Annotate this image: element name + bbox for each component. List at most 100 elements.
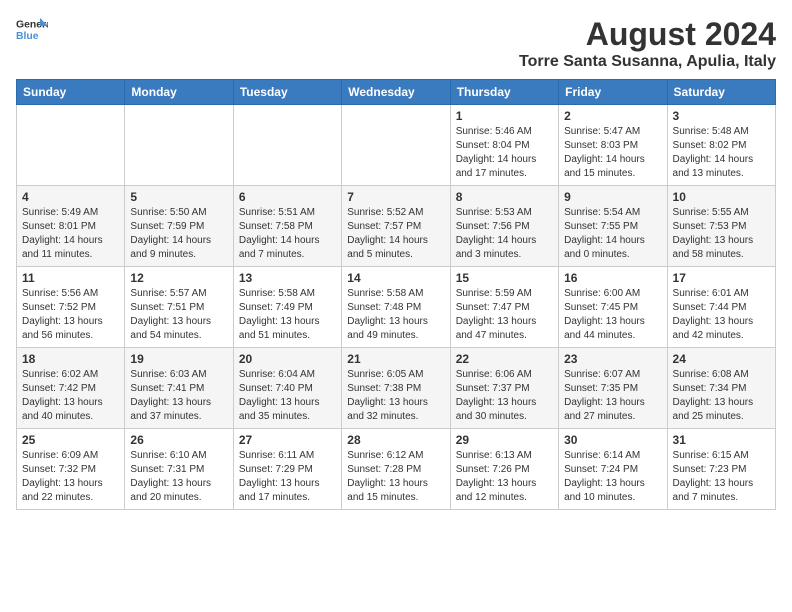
day-info: Sunrise: 5:52 AM Sunset: 7:57 PM Dayligh… [347, 206, 444, 262]
day-info: Sunrise: 6:06 AM Sunset: 7:37 PM Dayligh… [456, 368, 553, 424]
weekday-header-sunday: Sunday [17, 80, 125, 105]
calendar-cell: 24 Sunrise: 6:08 AM Sunset: 7:34 PM Dayli… [667, 348, 775, 429]
calendar-cell: 11Sunrise: 5:56 AM Sunset: 7:52 PM Dayli… [17, 267, 125, 348]
calendar-cell: 9Sunrise: 5:54 AM Sunset: 7:55 PM Daylig… [559, 186, 667, 267]
day-info: Sunrise: 6:15 AM Sunset: 7:23 PM Dayligh… [673, 449, 770, 505]
page-header: General Blue August 2024 Torre Santa Sus… [16, 16, 776, 71]
day-number: 21 [347, 352, 444, 366]
weekday-header-saturday: Saturday [667, 80, 775, 105]
calendar-cell: 25 Sunrise: 6:09 AM Sunset: 7:32 PM Dayli… [17, 429, 125, 510]
calendar-cell: 10 Sunrise: 5:55 AM Sunset: 7:53 PM Dayli… [667, 186, 775, 267]
calendar-cell: 2Sunrise: 5:47 AM Sunset: 8:03 PM Daylig… [559, 105, 667, 186]
calendar-cell: 21 Sunrise: 6:05 AM Sunset: 7:38 PM Dayli… [342, 348, 450, 429]
calendar-week-row: 18Sunrise: 6:02 AM Sunset: 7:42 PM Dayli… [17, 348, 776, 429]
calendar-week-row: 4 Sunrise: 5:49 AM Sunset: 8:01 PM Daylig… [17, 186, 776, 267]
calendar-cell: 29 Sunrise: 6:13 AM Sunset: 7:26 PM Dayli… [450, 429, 558, 510]
logo-icon: General Blue [16, 16, 48, 44]
day-info: Sunrise: 5:48 AM Sunset: 8:02 PM Dayligh… [673, 125, 770, 181]
weekday-header-monday: Monday [125, 80, 233, 105]
calendar-cell: 23 Sunrise: 6:07 AM Sunset: 7:35 PM Dayli… [559, 348, 667, 429]
day-number: 23 [564, 352, 661, 366]
day-info: Sunrise: 6:05 AM Sunset: 7:38 PM Dayligh… [347, 368, 444, 424]
day-info: Sunrise: 5:51 AM Sunset: 7:58 PM Dayligh… [239, 206, 336, 262]
day-number: 14 [347, 271, 444, 285]
weekday-header-row: SundayMondayTuesdayWednesdayThursdayFrid… [17, 80, 776, 105]
day-number: 10 [673, 190, 770, 204]
calendar-cell [342, 105, 450, 186]
day-number: 29 [456, 433, 553, 447]
day-info: Sunrise: 5:59 AM Sunset: 7:47 PM Dayligh… [456, 287, 553, 343]
weekday-header-wednesday: Wednesday [342, 80, 450, 105]
day-number: 27 [239, 433, 336, 447]
day-info: Sunrise: 6:07 AM Sunset: 7:35 PM Dayligh… [564, 368, 661, 424]
day-info: Sunrise: 5:57 AM Sunset: 7:51 PM Dayligh… [130, 287, 227, 343]
day-info: Sunrise: 6:01 AM Sunset: 7:44 PM Dayligh… [673, 287, 770, 343]
day-info: Sunrise: 5:55 AM Sunset: 7:53 PM Dayligh… [673, 206, 770, 262]
day-number: 22 [456, 352, 553, 366]
day-info: Sunrise: 6:03 AM Sunset: 7:41 PM Dayligh… [130, 368, 227, 424]
day-number: 12 [130, 271, 227, 285]
calendar-cell: 14 Sunrise: 5:58 AM Sunset: 7:48 PM Dayli… [342, 267, 450, 348]
day-info: Sunrise: 6:08 AM Sunset: 7:34 PM Dayligh… [673, 368, 770, 424]
calendar-cell: 31 Sunrise: 6:15 AM Sunset: 7:23 PM Dayli… [667, 429, 775, 510]
day-info: Sunrise: 5:58 AM Sunset: 7:48 PM Dayligh… [347, 287, 444, 343]
calendar-week-row: 11Sunrise: 5:56 AM Sunset: 7:52 PM Dayli… [17, 267, 776, 348]
calendar-cell: 18Sunrise: 6:02 AM Sunset: 7:42 PM Dayli… [17, 348, 125, 429]
day-info: Sunrise: 5:50 AM Sunset: 7:59 PM Dayligh… [130, 206, 227, 262]
calendar-cell: 30 Sunrise: 6:14 AM Sunset: 7:24 PM Dayli… [559, 429, 667, 510]
day-number: 28 [347, 433, 444, 447]
day-number: 4 [22, 190, 119, 204]
day-number: 13 [239, 271, 336, 285]
day-info: Sunrise: 5:49 AM Sunset: 8:01 PM Dayligh… [22, 206, 119, 262]
page-subtitle: Torre Santa Susanna, Apulia, Italy [519, 53, 776, 71]
calendar-cell: 17 Sunrise: 6:01 AM Sunset: 7:44 PM Dayli… [667, 267, 775, 348]
day-number: 24 [673, 352, 770, 366]
day-number: 8 [456, 190, 553, 204]
calendar-cell: 16Sunrise: 6:00 AM Sunset: 7:45 PM Dayli… [559, 267, 667, 348]
day-number: 25 [22, 433, 119, 447]
svg-text:Blue: Blue [16, 31, 39, 42]
day-info: Sunrise: 5:53 AM Sunset: 7:56 PM Dayligh… [456, 206, 553, 262]
page-title: August 2024 [519, 16, 776, 53]
weekday-header-friday: Friday [559, 80, 667, 105]
day-number: 1 [456, 109, 553, 123]
calendar-cell: 28 Sunrise: 6:12 AM Sunset: 7:28 PM Dayli… [342, 429, 450, 510]
calendar-cell: 3Sunrise: 5:48 AM Sunset: 8:02 PM Daylig… [667, 105, 775, 186]
day-info: Sunrise: 6:12 AM Sunset: 7:28 PM Dayligh… [347, 449, 444, 505]
calendar-cell: 4 Sunrise: 5:49 AM Sunset: 8:01 PM Daylig… [17, 186, 125, 267]
day-info: Sunrise: 6:14 AM Sunset: 7:24 PM Dayligh… [564, 449, 661, 505]
calendar-week-row: 1 Sunrise: 5:46 AM Sunset: 8:04 PM Daylig… [17, 105, 776, 186]
calendar-cell: 19 Sunrise: 6:03 AM Sunset: 7:41 PM Dayli… [125, 348, 233, 429]
day-number: 6 [239, 190, 336, 204]
day-number: 30 [564, 433, 661, 447]
day-number: 15 [456, 271, 553, 285]
day-number: 17 [673, 271, 770, 285]
calendar-cell: 15 Sunrise: 5:59 AM Sunset: 7:47 PM Dayli… [450, 267, 558, 348]
weekday-header-thursday: Thursday [450, 80, 558, 105]
day-number: 20 [239, 352, 336, 366]
calendar-cell: 5Sunrise: 5:50 AM Sunset: 7:59 PM Daylig… [125, 186, 233, 267]
day-info: Sunrise: 5:46 AM Sunset: 8:04 PM Dayligh… [456, 125, 553, 181]
day-number: 16 [564, 271, 661, 285]
day-number: 19 [130, 352, 227, 366]
day-number: 31 [673, 433, 770, 447]
day-info: Sunrise: 6:11 AM Sunset: 7:29 PM Dayligh… [239, 449, 336, 505]
calendar-cell: 8 Sunrise: 5:53 AM Sunset: 7:56 PM Daylig… [450, 186, 558, 267]
calendar-week-row: 25 Sunrise: 6:09 AM Sunset: 7:32 PM Dayli… [17, 429, 776, 510]
day-info: Sunrise: 6:04 AM Sunset: 7:40 PM Dayligh… [239, 368, 336, 424]
day-info: Sunrise: 5:58 AM Sunset: 7:49 PM Dayligh… [239, 287, 336, 343]
day-number: 18 [22, 352, 119, 366]
calendar-cell: 7 Sunrise: 5:52 AM Sunset: 7:57 PM Daylig… [342, 186, 450, 267]
logo: General Blue [16, 16, 48, 44]
day-info: Sunrise: 5:47 AM Sunset: 8:03 PM Dayligh… [564, 125, 661, 181]
calendar-cell: 20 Sunrise: 6:04 AM Sunset: 7:40 PM Dayli… [233, 348, 341, 429]
day-info: Sunrise: 6:13 AM Sunset: 7:26 PM Dayligh… [456, 449, 553, 505]
calendar-cell: 13 Sunrise: 5:58 AM Sunset: 7:49 PM Dayli… [233, 267, 341, 348]
calendar-cell: 26Sunrise: 6:10 AM Sunset: 7:31 PM Dayli… [125, 429, 233, 510]
day-number: 26 [130, 433, 227, 447]
day-info: Sunrise: 6:09 AM Sunset: 7:32 PM Dayligh… [22, 449, 119, 505]
calendar-cell [125, 105, 233, 186]
calendar-cell: 6 Sunrise: 5:51 AM Sunset: 7:58 PM Daylig… [233, 186, 341, 267]
calendar-cell: 12 Sunrise: 5:57 AM Sunset: 7:51 PM Dayli… [125, 267, 233, 348]
day-number: 7 [347, 190, 444, 204]
